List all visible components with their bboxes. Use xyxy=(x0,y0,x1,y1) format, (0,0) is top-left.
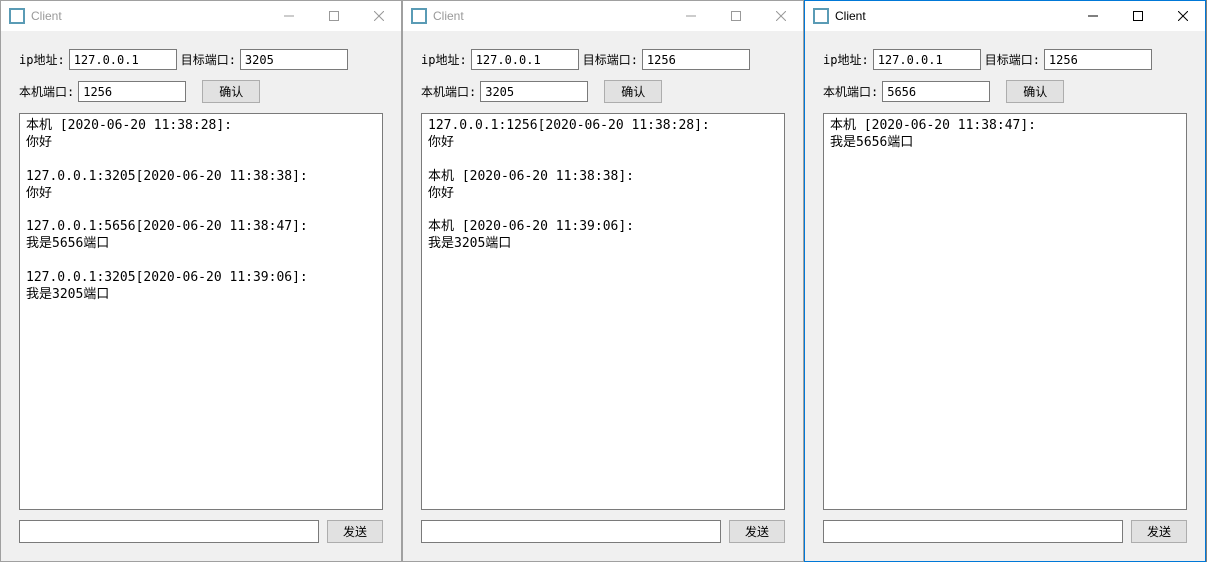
ip-row: ip地址: 目标端口: xyxy=(19,49,383,70)
maximize-icon[interactable] xyxy=(713,1,758,31)
message-input[interactable] xyxy=(823,520,1123,543)
minimize-icon[interactable] xyxy=(266,1,311,31)
window-controls xyxy=(1070,1,1205,31)
send-button[interactable]: 发送 xyxy=(327,520,383,543)
titlebar[interactable]: Client xyxy=(805,1,1205,31)
message-input[interactable] xyxy=(421,520,721,543)
titlebar[interactable]: Client xyxy=(403,1,803,31)
maximize-icon[interactable] xyxy=(311,1,356,31)
ip-label: ip地址: xyxy=(421,51,467,68)
local-port-row: 本机端口: 确认 xyxy=(823,80,1187,103)
app-icon xyxy=(813,8,829,24)
ip-input[interactable] xyxy=(69,49,177,70)
local-port-label: 本机端口: xyxy=(421,83,476,100)
local-port-row: 本机端口: 确认 xyxy=(421,80,785,103)
confirm-button[interactable]: 确认 xyxy=(1006,80,1064,103)
close-icon[interactable] xyxy=(758,1,803,31)
send-button[interactable]: 发送 xyxy=(1131,520,1187,543)
send-button[interactable]: 发送 xyxy=(729,520,785,543)
ip-input[interactable] xyxy=(873,49,981,70)
ip-row: ip地址: 目标端口: xyxy=(421,49,785,70)
content-area: ip地址: 目标端口: 本机端口: 确认 本机 [2020-06-20 11:3… xyxy=(805,31,1205,561)
target-port-input[interactable] xyxy=(1044,49,1152,70)
target-port-input[interactable] xyxy=(642,49,750,70)
ip-row: ip地址: 目标端口: xyxy=(823,49,1187,70)
local-port-input[interactable] xyxy=(882,81,990,102)
send-row: 发送 xyxy=(823,520,1187,543)
message-log[interactable]: 127.0.0.1:1256[2020-06-20 11:38:28]: 你好 … xyxy=(421,113,785,510)
local-port-label: 本机端口: xyxy=(19,83,74,100)
local-port-input[interactable] xyxy=(480,81,588,102)
window-controls xyxy=(668,1,803,31)
ip-input[interactable] xyxy=(471,49,579,70)
minimize-icon[interactable] xyxy=(668,1,713,31)
message-input[interactable] xyxy=(19,520,319,543)
client-window-3: Client ip地址: 目标端口: 本机端口: 确认 本机 [2020-06-… xyxy=(804,0,1206,562)
local-port-input[interactable] xyxy=(78,81,186,102)
window-title: Client xyxy=(835,9,1070,23)
client-window-2: Client ip地址: 目标端口: 本机端口: 确认 127.0.0.1:12… xyxy=(402,0,804,562)
target-port-label: 目标端口: xyxy=(583,51,638,68)
content-area: ip地址: 目标端口: 本机端口: 确认 本机 [2020-06-20 11:3… xyxy=(1,31,401,561)
ip-label: ip地址: xyxy=(823,51,869,68)
window-title: Client xyxy=(31,9,266,23)
confirm-button[interactable]: 确认 xyxy=(202,80,260,103)
app-icon xyxy=(9,8,25,24)
ip-label: ip地址: xyxy=(19,51,65,68)
target-port-label: 目标端口: xyxy=(985,51,1040,68)
send-row: 发送 xyxy=(421,520,785,543)
local-port-label: 本机端口: xyxy=(823,83,878,100)
minimize-icon[interactable] xyxy=(1070,1,1115,31)
send-row: 发送 xyxy=(19,520,383,543)
local-port-row: 本机端口: 确认 xyxy=(19,80,383,103)
confirm-button[interactable]: 确认 xyxy=(604,80,662,103)
message-log[interactable]: 本机 [2020-06-20 11:38:47]: 我是5656端口 xyxy=(823,113,1187,510)
app-icon xyxy=(411,8,427,24)
target-port-label: 目标端口: xyxy=(181,51,236,68)
target-port-input[interactable] xyxy=(240,49,348,70)
close-icon[interactable] xyxy=(1160,1,1205,31)
close-icon[interactable] xyxy=(356,1,401,31)
window-controls xyxy=(266,1,401,31)
titlebar[interactable]: Client xyxy=(1,1,401,31)
message-log[interactable]: 本机 [2020-06-20 11:38:28]: 你好 127.0.0.1:3… xyxy=(19,113,383,510)
maximize-icon[interactable] xyxy=(1115,1,1160,31)
client-window-1: Client ip地址: 目标端口: 本机端口: 确认 本机 [2020-06-… xyxy=(0,0,402,562)
content-area: ip地址: 目标端口: 本机端口: 确认 127.0.0.1:1256[2020… xyxy=(403,31,803,561)
window-title: Client xyxy=(433,9,668,23)
